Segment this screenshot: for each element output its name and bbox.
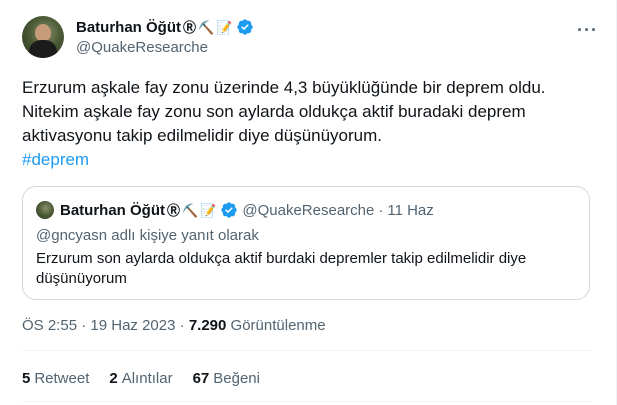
divider: [22, 401, 592, 402]
quoted-separator: ·: [378, 201, 384, 219]
likes-count: 67: [192, 370, 210, 387]
quoted-date: 11 Haz: [387, 201, 434, 219]
verified-badge-icon: [221, 202, 238, 218]
quotes-label: Alıntılar: [121, 370, 173, 387]
quotes-stat[interactable]: 2 Alıntılar: [109, 370, 172, 387]
author-handle[interactable]: @QuakeResearche: [76, 39, 254, 56]
likes-label: Beğeni: [213, 370, 260, 387]
quoted-tweet-text: Erzurum son aylarda oldukça aktif burdak…: [36, 250, 527, 287]
author-names: Baturhan Öğüt Ⓡ ⛏️ 📝 @QuakeResearche: [76, 18, 254, 56]
meta-separator: ·: [179, 317, 185, 334]
engagement-stats: 5 Retweet 2 Alıntılar 67 Beğeni: [22, 370, 260, 387]
memo-emoji: 📝: [200, 202, 217, 218]
tweet-header: Baturhan Öğüt Ⓡ ⛏️ 📝 @QuakeResearche ···: [22, 16, 600, 60]
tweet-time[interactable]: ÖS 2:55: [22, 317, 77, 334]
tweet-date[interactable]: 19 Haz 2023: [90, 317, 175, 334]
likes-stat[interactable]: 67 Beğeni: [193, 370, 260, 387]
pick-emoji: ⛏️: [182, 202, 199, 218]
more-options-icon[interactable]: ···: [577, 20, 598, 41]
author-display-name[interactable]: Baturhan Öğüt Ⓡ ⛏️ 📝: [76, 18, 254, 36]
quoted-tweet[interactable]: Baturhan Öğüt Ⓡ ⛏️ 📝 @QuakeResearche · 1…: [22, 186, 590, 300]
avatar-body: [29, 40, 57, 58]
author-name-text: Baturhan Öğüt: [76, 18, 181, 36]
divider: [22, 350, 592, 351]
tweet-line: Nitekim aşkale fay zonu son aylarda oldu…: [22, 102, 526, 121]
views-count: 7.290: [188, 317, 227, 334]
quoted-author-display-name: Baturhan Öğüt Ⓡ ⛏️ 📝: [60, 201, 238, 219]
quoted-author-name-text: Baturhan Öğüt: [60, 201, 165, 219]
retweets-count: 5: [22, 370, 31, 387]
tweet-text: Erzurum aşkale fay zonu üzerinde 4,3 büy…: [22, 76, 592, 172]
quoted-tweet-header: Baturhan Öğüt Ⓡ ⛏️ 📝 @QuakeResearche · 1…: [36, 201, 434, 219]
memo-emoji: 📝: [216, 19, 233, 35]
registered-emoji: Ⓡ: [167, 202, 181, 218]
quoted-author-avatar: [36, 201, 54, 219]
tweet-meta: ÖS 2:55 · 19 Haz 2023 · 7.290 Görüntülen…: [22, 317, 326, 334]
pick-emoji: ⛏️: [198, 19, 215, 35]
retweets-label: Retweet: [34, 370, 90, 387]
retweets-stat[interactable]: 5 Retweet: [22, 370, 89, 387]
views-label: Görüntülenme: [230, 317, 326, 334]
author-avatar[interactable]: [22, 16, 64, 58]
tweet-line: Erzurum aşkale fay zonu üzerinde 4,3 büy…: [22, 78, 546, 97]
tweet-card: Baturhan Öğüt Ⓡ ⛏️ 📝 @QuakeResearche ···…: [0, 0, 617, 405]
meta-separator: ·: [81, 317, 87, 334]
registered-emoji: Ⓡ: [183, 19, 197, 35]
quoted-author-handle: @QuakeResearche: [242, 201, 375, 219]
verified-badge-icon: [237, 19, 254, 35]
quotes-count: 2: [109, 370, 118, 387]
tweet-line: aktivasyonu takip edilmelidir diye düşün…: [22, 126, 383, 145]
hashtag-link[interactable]: #deprem: [22, 150, 89, 169]
quoted-reply-context: @gncyasn adlı kişiye yanıt olarak: [36, 227, 259, 244]
